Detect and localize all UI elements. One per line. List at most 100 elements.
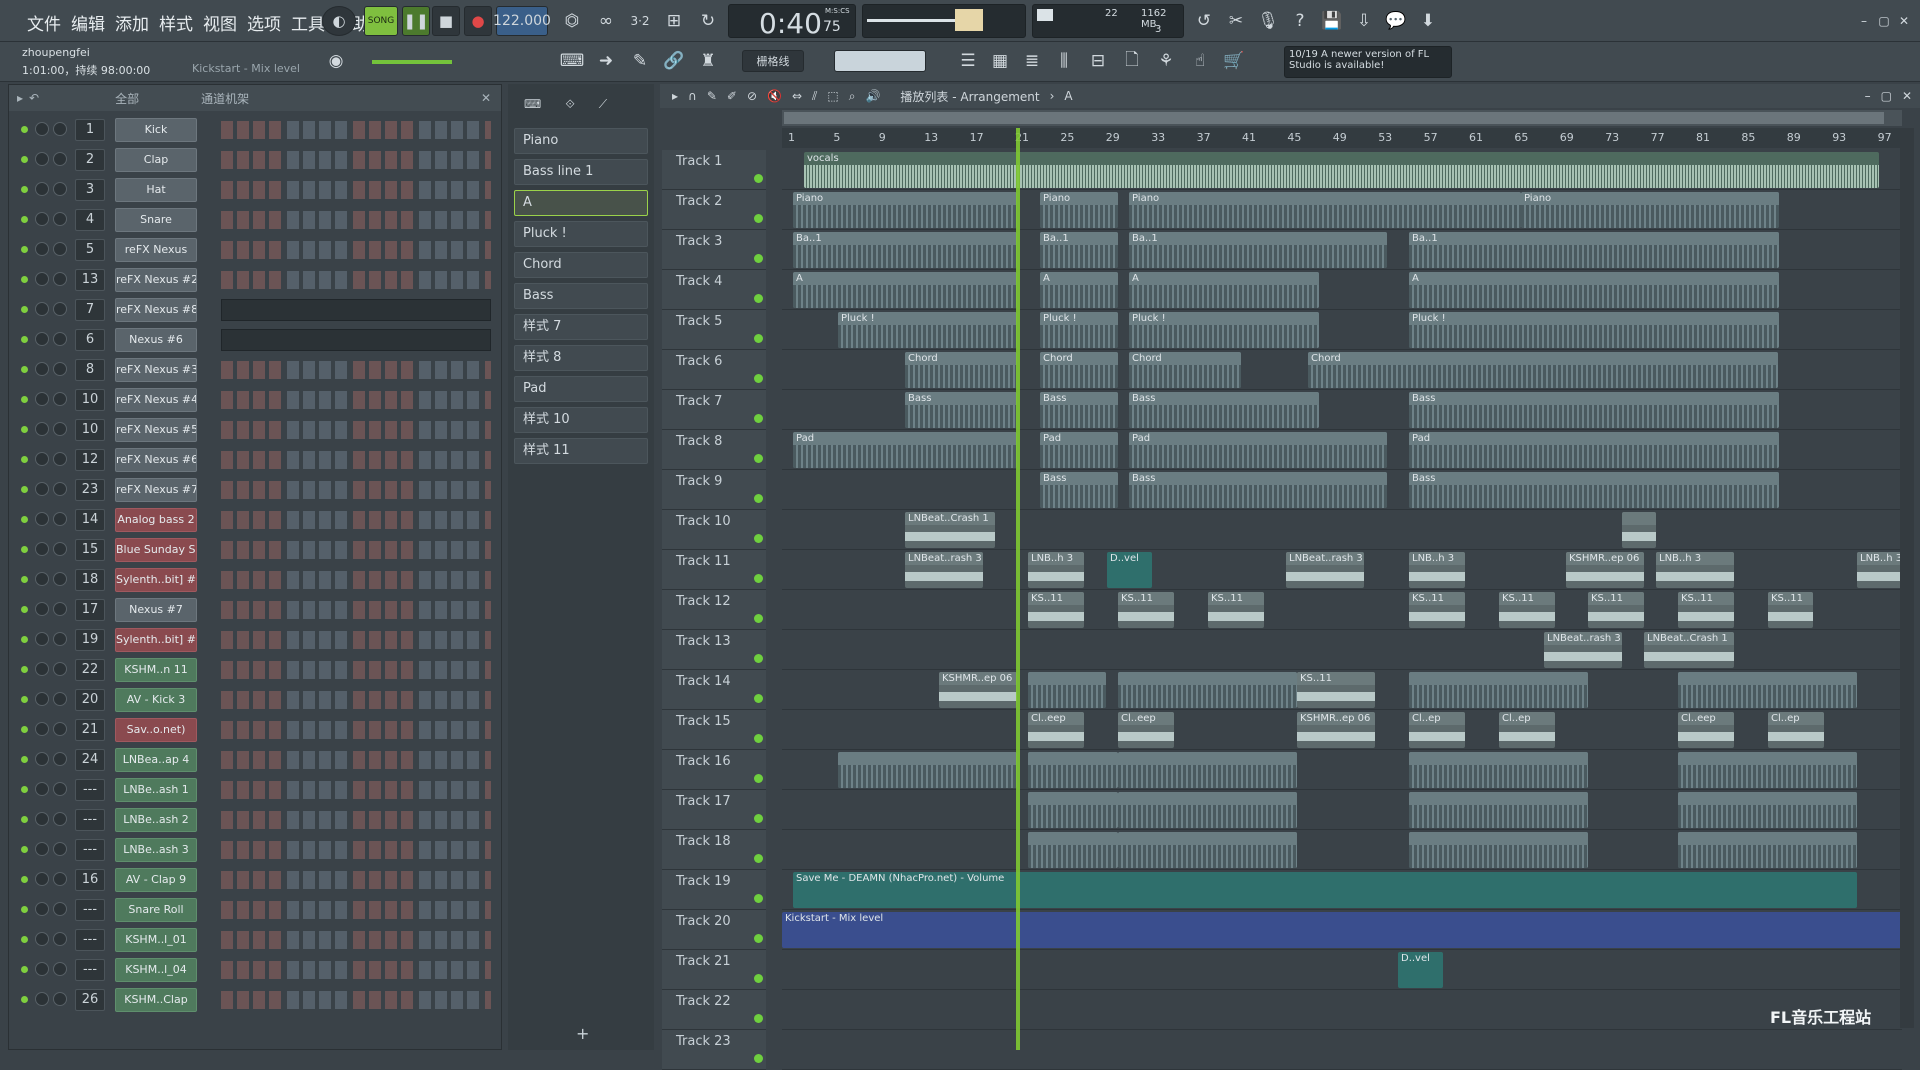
track-lane[interactable]: Cl..eep Cl..eep KSHMR..ep 06 Cl..ep Cl..ep Cl… bbox=[782, 710, 1902, 750]
playlist-clip[interactable]: Ba..1 bbox=[793, 232, 1017, 268]
channel-led[interactable] bbox=[21, 396, 28, 403]
track-lane[interactable]: vocals bbox=[782, 150, 1902, 190]
channel-volume-knob[interactable] bbox=[53, 632, 67, 646]
channel-pan-knob[interactable] bbox=[35, 332, 49, 346]
track-lane[interactable]: Pad Pad Pad Pad bbox=[782, 430, 1902, 470]
channel-led[interactable] bbox=[21, 756, 28, 763]
track-mute-led[interactable] bbox=[754, 334, 763, 343]
playback-icon[interactable]: 🔊 bbox=[865, 89, 880, 103]
slice-icon[interactable]: ⫽ bbox=[812, 89, 817, 104]
menu-item[interactable]: 样式 bbox=[156, 10, 196, 35]
track-header[interactable]: Track 4 bbox=[662, 270, 766, 310]
channel-mixer-track[interactable]: --- bbox=[75, 929, 105, 951]
channel-button[interactable]: LNBea..ap 4 bbox=[115, 748, 197, 772]
menu-item[interactable]: 选项 bbox=[244, 10, 284, 35]
channel-pan-knob[interactable] bbox=[35, 542, 49, 556]
track-mute-led[interactable] bbox=[754, 574, 763, 583]
playlist-clip[interactable]: LNBeat..rash 3 bbox=[1286, 552, 1364, 588]
channel-mixer-track[interactable]: 19 bbox=[75, 629, 105, 651]
channel-pan-knob[interactable] bbox=[35, 842, 49, 856]
channel-volume-knob[interactable] bbox=[53, 392, 67, 406]
browser-icon[interactable]: ⊟ bbox=[1084, 47, 1112, 75]
timeline-ruler[interactable]: 1 5 9 13 17 21 25 29 33 37 41 45 49 53 57 61 65 69 73 77 81 8… bbox=[782, 128, 1902, 148]
channel-pan-knob[interactable] bbox=[35, 992, 49, 1006]
playlist-clip[interactable]: Bass bbox=[1409, 472, 1779, 508]
channel-pan-knob[interactable] bbox=[35, 692, 49, 706]
playlist-clip[interactable]: LNBeat..rash 3 bbox=[905, 552, 983, 588]
channel-row[interactable]: --- LNBe..ash 1 bbox=[9, 775, 501, 805]
playlist-clip[interactable]: KS..11 bbox=[1678, 592, 1734, 628]
channel-mixer-track[interactable]: 23 bbox=[75, 479, 105, 501]
channel-volume-knob[interactable] bbox=[53, 782, 67, 796]
playlist-clip[interactable]: Kickstart - Mix level bbox=[782, 912, 1902, 948]
channel-volume-knob[interactable] bbox=[53, 932, 67, 946]
channel-pan-knob[interactable] bbox=[35, 122, 49, 136]
picker-audio-icon[interactable]: ⟐ bbox=[565, 97, 574, 112]
channel-volume-knob[interactable] bbox=[53, 452, 67, 466]
playlist-clip[interactable]: Chord bbox=[1308, 352, 1778, 388]
channel-row[interactable]: 20 AV - Kick 3 bbox=[9, 685, 501, 715]
channel-mixer-track[interactable]: 20 bbox=[75, 689, 105, 711]
channel-step-buttons[interactable] bbox=[221, 271, 491, 289]
pattern-item[interactable]: 样式 8 bbox=[514, 345, 648, 371]
channel-step-buttons[interactable] bbox=[221, 931, 491, 949]
channel-button[interactable]: reFX Nexus #8 bbox=[115, 298, 197, 322]
track-lane[interactable]: Chord Chord Chord Chord bbox=[782, 350, 1902, 390]
undo-history-icon[interactable]: ↺ bbox=[1190, 7, 1218, 35]
playlist-clip[interactable]: Pad bbox=[793, 432, 1017, 468]
track-lane[interactable] bbox=[782, 750, 1902, 790]
playlist-clip[interactable] bbox=[1028, 832, 1118, 868]
pattern-item[interactable]: 样式 11 bbox=[514, 438, 648, 464]
chat-icon[interactable]: 💬 bbox=[1382, 7, 1410, 35]
channel-led[interactable] bbox=[21, 936, 28, 943]
channel-button[interactable]: Clap bbox=[115, 148, 197, 172]
playlist-clip[interactable]: LNB..h 3 bbox=[1409, 552, 1465, 588]
track-header[interactable]: Track 22 bbox=[662, 990, 766, 1030]
save-icon[interactable]: 💾 bbox=[1318, 7, 1346, 35]
channel-led[interactable] bbox=[21, 276, 28, 283]
track-lane[interactable]: AAAA bbox=[782, 270, 1902, 310]
render-icon[interactable]: ⇩ bbox=[1350, 7, 1378, 35]
channel-step-buttons[interactable] bbox=[221, 781, 491, 799]
channel-pan-knob[interactable] bbox=[35, 602, 49, 616]
channel-step-buttons[interactable] bbox=[221, 451, 491, 469]
channel-row[interactable]: 10 reFX Nexus #4 bbox=[9, 385, 501, 415]
channel-row[interactable]: 24 LNBea..ap 4 bbox=[9, 745, 501, 775]
track-mute-led[interactable] bbox=[754, 934, 763, 943]
step-sequencer-icon[interactable]: ▦ bbox=[986, 47, 1014, 75]
stamp-icon[interactable]: ♜ bbox=[694, 47, 722, 75]
track-header[interactable]: Track 16 bbox=[662, 750, 766, 790]
touch-icon[interactable]: ☝ bbox=[1186, 47, 1214, 75]
channel-mixer-track[interactable]: 3 bbox=[75, 179, 105, 201]
channel-row[interactable]: --- Snare Roll bbox=[9, 895, 501, 925]
menu-item[interactable]: 文件 bbox=[24, 10, 64, 35]
playlist-clip[interactable]: Piano bbox=[1129, 192, 1521, 228]
track-mute-led[interactable] bbox=[754, 1054, 763, 1063]
tempo-display[interactable]: 122.000 bbox=[493, 6, 551, 36]
channel-button[interactable]: Nexus #7 bbox=[115, 598, 197, 622]
channel-pan-knob[interactable] bbox=[35, 392, 49, 406]
track-mute-led[interactable] bbox=[754, 1014, 763, 1023]
channel-mixer-track[interactable]: 5 bbox=[75, 239, 105, 261]
channel-row[interactable]: 22 KSHM..n 11 bbox=[9, 655, 501, 685]
playlist-clip[interactable] bbox=[838, 752, 1017, 788]
channel-pan-knob[interactable] bbox=[35, 632, 49, 646]
pattern-item[interactable]: Piano bbox=[514, 128, 648, 154]
channel-row[interactable]: 1 Kick bbox=[9, 115, 501, 145]
pattern-item[interactable]: Bass bbox=[514, 283, 648, 309]
playlist-clip[interactable] bbox=[1118, 832, 1297, 868]
track-header[interactable]: Track 21 bbox=[662, 950, 766, 990]
playlist-clip[interactable]: Piano bbox=[1521, 192, 1779, 228]
channel-volume-knob[interactable] bbox=[53, 422, 67, 436]
channel-volume-knob[interactable] bbox=[53, 752, 67, 766]
pause-button[interactable]: ❚❚ bbox=[402, 6, 430, 36]
track-lane[interactable]: KS..11 KS..11 KS..11 KS..11 KS..11 KS..11 KS..… bbox=[782, 590, 1902, 630]
select-icon[interactable]: ⬚ bbox=[827, 89, 838, 103]
plugin-picker-icon[interactable]: 🗋 bbox=[1118, 47, 1146, 75]
piano-roll-icon[interactable]: ⌨ bbox=[558, 47, 586, 75]
track-mute-led[interactable] bbox=[754, 254, 763, 263]
track-header[interactable]: Track 7 bbox=[662, 390, 766, 430]
channel-volume-knob[interactable] bbox=[53, 242, 67, 256]
playlist-clip[interactable]: Ba..1 bbox=[1040, 232, 1118, 268]
channel-button[interactable]: KSHM..l_01 bbox=[115, 928, 197, 952]
